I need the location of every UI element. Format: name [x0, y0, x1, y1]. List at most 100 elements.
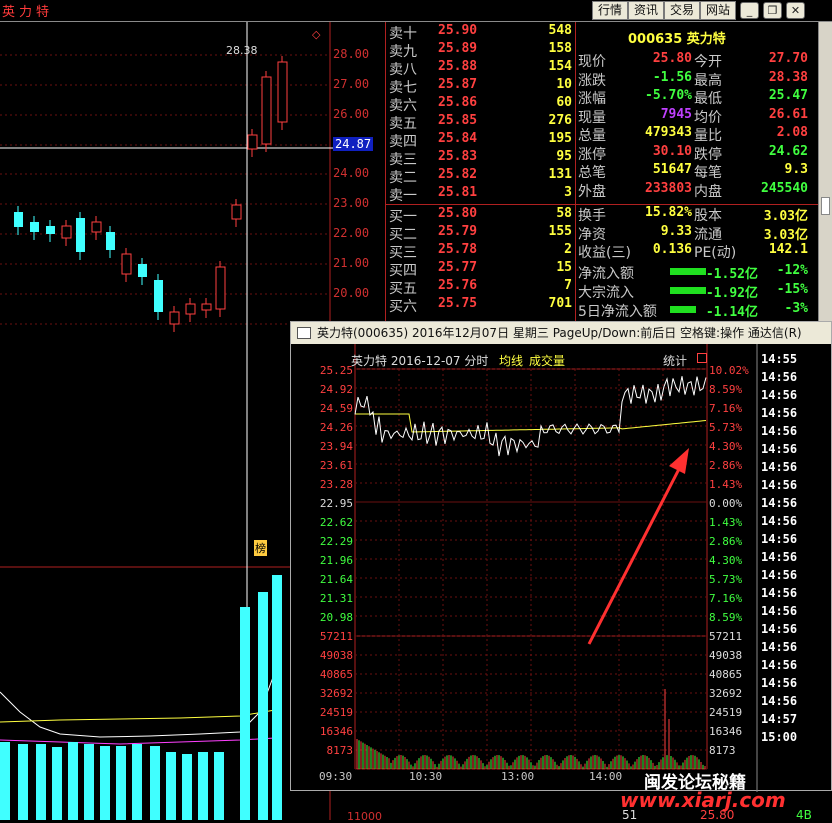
candle-body — [185, 303, 196, 315]
buy-level-label: 买五 — [389, 281, 417, 297]
volume-label[interactable]: 成交量 — [529, 352, 565, 369]
percent-tick: 7.16% — [709, 402, 743, 415]
price-tick: 24.92 — [319, 383, 353, 396]
intraday-chart[interactable] — [291, 344, 832, 792]
volume-bar — [100, 746, 110, 820]
flow-bar — [670, 306, 696, 313]
sell-level-label: 卖六 — [389, 98, 417, 114]
sell-level-label: 卖一 — [389, 188, 417, 204]
flow-value: -1.14亿 — [705, 305, 758, 320]
price-tick: 22.29 — [319, 535, 353, 548]
sell-level-price[interactable]: 25.84 — [438, 131, 508, 146]
window-icon — [297, 327, 311, 339]
avg-line-label[interactable]: 均线 — [499, 352, 523, 369]
quote-value: 9.3 — [784, 162, 808, 177]
buy-level-price[interactable]: 25.77 — [438, 260, 508, 275]
sell-level-label: 卖八 — [389, 62, 417, 78]
website-button[interactable]: 网站 — [700, 1, 737, 20]
quote-label: 换手 — [578, 208, 606, 224]
flow-label: 大宗流入 — [578, 285, 634, 301]
quote-label: 今开 — [694, 54, 722, 70]
quote-label: 流通 — [694, 226, 722, 243]
sell-level-label: 卖七 — [389, 80, 417, 96]
quote-label: 每笔 — [694, 165, 722, 181]
tick-time: 14:56 — [761, 658, 798, 672]
volume-tick: 16346 — [709, 725, 743, 738]
quote-value: -5.70% — [645, 88, 692, 103]
popup-title[interactable]: 英力特(000635) 2016年12月07日 星期三 PageUp/Down:… — [291, 322, 831, 344]
trade-button[interactable]: 交易 — [664, 1, 701, 20]
sell-level-label: 卖五 — [389, 116, 417, 132]
buy-level-price[interactable]: 25.79 — [438, 224, 508, 239]
scrollbar[interactable] — [818, 22, 832, 322]
tick-time: 14:56 — [761, 532, 798, 546]
top-bar: 英力特 行情 资讯 交易 网站 _ ❐ ✕ — [0, 0, 832, 22]
rank-badge[interactable]: 榜 — [254, 540, 267, 556]
sell-level-price[interactable]: 25.86 — [438, 95, 508, 110]
close-icon[interactable]: ✕ — [786, 2, 805, 19]
candle-body — [169, 311, 180, 325]
high-price-label: 28.38 — [226, 44, 258, 57]
quotes-button[interactable]: 行情 — [592, 1, 629, 20]
tick-time: 14:56 — [761, 478, 798, 492]
sell-level-price[interactable]: 25.89 — [438, 41, 508, 56]
time-tick: 14:00 — [589, 770, 623, 783]
volume-tick: 16346 — [319, 725, 353, 738]
tick-time: 14:57 — [761, 712, 798, 726]
sell-level-volume: 3 — [564, 185, 572, 200]
sell-level-price[interactable]: 25.85 — [438, 113, 508, 128]
candle-body — [30, 222, 39, 232]
quote-value: 245540 — [761, 180, 808, 196]
volume-bar — [272, 575, 282, 820]
percent-tick: 1.43% — [709, 478, 743, 491]
flow-label: 净流入额 — [578, 266, 634, 282]
volume-bar — [150, 746, 160, 820]
settings-icon[interactable] — [697, 353, 707, 363]
price-tick: 24.26 — [319, 421, 353, 434]
sell-level-price[interactable]: 25.81 — [438, 185, 508, 200]
volume-tick: 24519 — [709, 706, 743, 719]
intraday-popup[interactable]: 英力特(000635) 2016年12月07日 星期三 PageUp/Down:… — [290, 321, 832, 792]
buy-level-price[interactable]: 25.78 — [438, 242, 508, 257]
news-button[interactable]: 资讯 — [628, 1, 665, 20]
candle-body — [261, 76, 272, 145]
candle-body — [61, 225, 72, 239]
tick-time: 14:56 — [761, 694, 798, 708]
buy-level-price[interactable]: 25.76 — [438, 278, 508, 293]
restore-icon[interactable]: ❐ — [763, 2, 782, 19]
sell-level-volume: 548 — [548, 23, 572, 38]
buy-level-label: 买三 — [389, 245, 417, 261]
sell-level-price[interactable]: 25.82 — [438, 167, 508, 182]
diamond-icon[interactable]: ◇ — [312, 28, 320, 41]
sell-level-price[interactable]: 25.83 — [438, 149, 508, 164]
volume-bar — [18, 744, 28, 820]
quote-label: 涨幅 — [578, 91, 606, 107]
sell-level-price[interactable]: 25.88 — [438, 59, 508, 74]
candle-body — [91, 221, 102, 233]
tick-time: 14:56 — [761, 496, 798, 510]
quote-label: 外盘 — [578, 183, 606, 200]
time-tick: 10:30 — [409, 770, 443, 783]
time-tick: 13:00 — [501, 770, 535, 783]
sell-level-volume: 131 — [548, 167, 572, 182]
buy-level-price[interactable]: 25.80 — [438, 206, 508, 221]
quote-label: 内盘 — [694, 183, 722, 200]
volume-tick: 8173 — [326, 744, 354, 757]
volume-bar — [36, 744, 46, 820]
minimize-icon[interactable]: _ — [740, 2, 759, 19]
price-tick: 23.61 — [319, 459, 353, 472]
tick-time: 14:56 — [761, 424, 798, 438]
buy-level-price[interactable]: 25.75 — [438, 296, 508, 311]
sell-level-price[interactable]: 25.90 — [438, 23, 508, 38]
price-tick: 21.31 — [319, 592, 353, 605]
sell-level-label: 卖二 — [389, 170, 417, 186]
volume-tick: 8173 — [709, 744, 736, 757]
percent-tick: 8.59% — [709, 383, 743, 396]
quote-value: 3.03亿 — [763, 209, 808, 224]
stock-code-name: 000635 英力特 — [628, 32, 726, 47]
buy-level-volume: 7 — [564, 278, 572, 293]
stats-button[interactable]: 统计 — [663, 352, 687, 369]
sell-level-price[interactable]: 25.87 — [438, 77, 508, 92]
price-tick: 23.94 — [319, 440, 353, 453]
quote-value: 28.38 — [768, 69, 808, 85]
